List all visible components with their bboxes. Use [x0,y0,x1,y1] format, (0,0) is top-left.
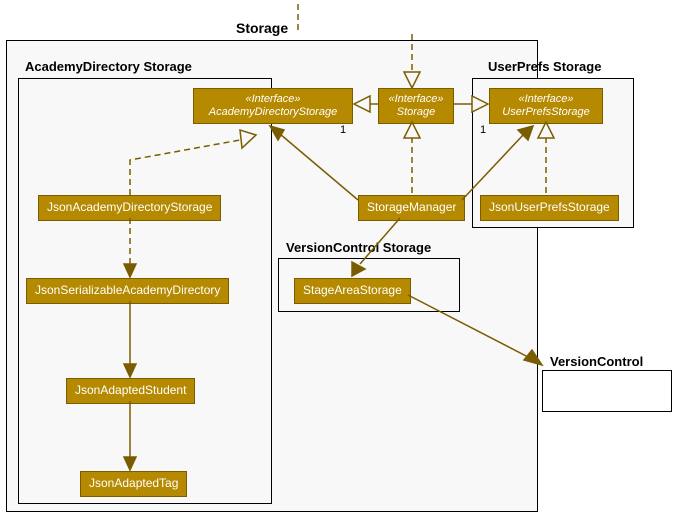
interface-name: Storage [385,106,447,119]
package-versioncontrol [542,370,672,412]
package-userprefs-label: UserPrefs Storage [488,59,601,74]
class-storage-manager: StorageManager [358,195,465,221]
interface-name: AcademyDirectoryStorage [200,106,346,119]
mult-academy-one: 1 [340,124,346,136]
mult-userprefs-one: 1 [480,124,486,136]
mult-student-star: * [130,363,134,375]
class-json-adapted-student: JsonAdaptedStudent [66,378,195,404]
package-storage-label: Storage [236,20,288,36]
class-json-academy-storage: JsonAcademyDirectoryStorage [38,195,221,221]
interface-userprefs-storage: «Interface» UserPrefsStorage [489,88,603,124]
package-academy-label: AcademyDirectory Storage [25,59,192,74]
class-json-serializable-academy: JsonSerializableAcademyDirectory [26,278,229,304]
interface-storage: «Interface» Storage [378,88,454,124]
stereotype: «Interface» [200,93,346,106]
class-json-adapted-tag: JsonAdaptedTag [80,471,187,497]
class-json-userprefs-storage: JsonUserPrefsStorage [480,195,619,221]
class-stage-area-storage: StageAreaStorage [294,278,411,304]
package-versioncontrol-label: VersionControl [550,354,643,369]
package-version-label: VersionControl Storage [286,240,431,255]
interface-academy-storage: «Interface» AcademyDirectoryStorage [193,88,353,124]
stereotype: «Interface» [496,93,596,106]
interface-name: UserPrefsStorage [496,106,596,119]
mult-tag-star: * [130,456,134,468]
stereotype: «Interface» [385,93,447,106]
